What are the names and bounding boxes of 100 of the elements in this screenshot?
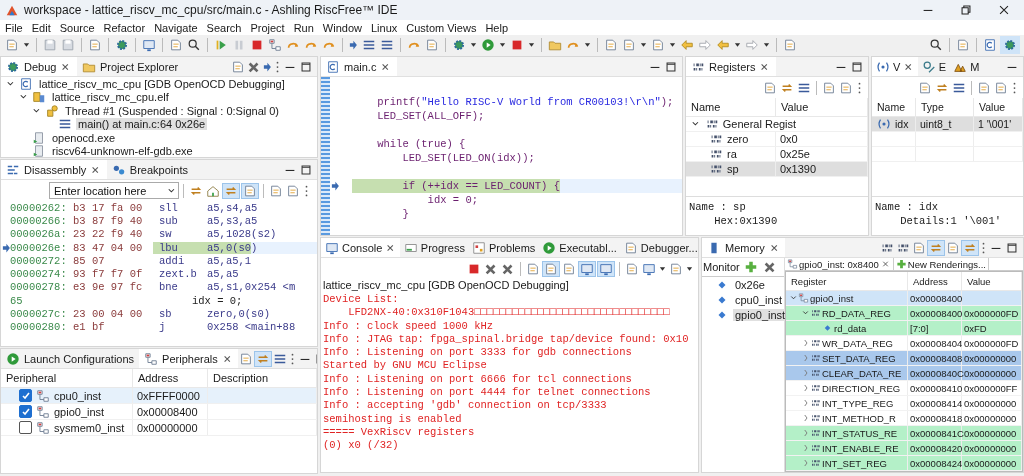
register-group[interactable]: General Regist bbox=[722, 118, 797, 130]
document-icon[interactable] bbox=[231, 59, 246, 74]
view-menu-icon[interactable] bbox=[274, 59, 281, 74]
maximize-icon[interactable] bbox=[850, 59, 864, 74]
tree-item[interactable]: openocd.exe bbox=[50, 131, 117, 144]
resume-icon[interactable] bbox=[214, 38, 228, 52]
column-header[interactable]: Value bbox=[962, 272, 1022, 290]
view-tab[interactable]: Memory bbox=[702, 238, 786, 257]
menu-item[interactable]: Search bbox=[206, 21, 242, 34]
document-icon[interactable] bbox=[763, 80, 777, 95]
location-field[interactable]: Enter location here bbox=[49, 182, 179, 199]
column-header[interactable]: Address bbox=[908, 272, 962, 290]
gear-icon[interactable] bbox=[451, 38, 466, 52]
view-menu-icon[interactable] bbox=[856, 80, 863, 95]
view-tab[interactable]: Peripherals bbox=[139, 349, 239, 368]
menu-item[interactable]: Help bbox=[485, 21, 508, 34]
checkbox[interactable] bbox=[19, 421, 32, 434]
document-icon[interactable] bbox=[424, 38, 439, 52]
search-icon[interactable] bbox=[929, 38, 943, 52]
checkbox[interactable] bbox=[19, 405, 32, 418]
menu-item[interactable]: Project bbox=[250, 21, 285, 34]
close-icon[interactable] bbox=[997, 3, 1011, 17]
monitor-item[interactable]: gpio0_inst bbox=[733, 308, 788, 321]
add-icon[interactable] bbox=[743, 260, 758, 274]
maximize-icon[interactable] bbox=[299, 59, 313, 74]
document-icon[interactable] bbox=[994, 80, 1008, 95]
column-header[interactable]: Register bbox=[786, 272, 908, 290]
menu-item[interactable]: Custom Views bbox=[406, 21, 477, 34]
document-icon[interactable] bbox=[625, 261, 639, 276]
menu-item[interactable]: Run bbox=[293, 21, 314, 34]
stack-frame-icon[interactable] bbox=[379, 38, 394, 52]
tree-item[interactable]: lattice_riscv_mc_cpu.elf bbox=[50, 91, 171, 104]
document-icon[interactable] bbox=[88, 38, 102, 52]
view-menu-icon[interactable] bbox=[1011, 80, 1018, 95]
home-icon[interactable] bbox=[206, 183, 220, 198]
view-tab[interactable]: Registers bbox=[686, 57, 776, 76]
column-header[interactable]: Name bbox=[686, 98, 776, 116]
monitor-item[interactable]: cpu0_inst bbox=[733, 293, 785, 306]
menu-item[interactable]: File bbox=[5, 21, 23, 34]
maximize-icon[interactable] bbox=[664, 59, 678, 74]
view-tab[interactable]: Console bbox=[321, 238, 400, 257]
view-menu-icon[interactable] bbox=[303, 183, 310, 198]
register-name: gpio0_inst bbox=[810, 292, 854, 304]
column-header[interactable]: Type bbox=[916, 98, 974, 116]
document-icon[interactable] bbox=[782, 38, 797, 52]
view-menu-icon[interactable] bbox=[980, 240, 987, 255]
view-tab[interactable]: Disassembly bbox=[1, 160, 107, 179]
column-header[interactable]: Name bbox=[872, 98, 916, 116]
document-icon[interactable] bbox=[956, 38, 970, 52]
stack-frame-icon[interactable] bbox=[361, 38, 376, 52]
console-icon[interactable] bbox=[142, 38, 156, 52]
document-icon[interactable] bbox=[286, 183, 300, 198]
editor-tab[interactable]: main.c bbox=[321, 57, 397, 76]
menu-item[interactable]: Window bbox=[322, 21, 362, 34]
view-tab[interactable]: Debug bbox=[1, 57, 77, 76]
document-icon[interactable] bbox=[839, 80, 853, 95]
monitor-item[interactable]: 0x26e bbox=[733, 278, 767, 291]
tree-item[interactable]: Thread #1 (Suspended : Signal : 0:Signal 0) bbox=[63, 104, 282, 117]
stop-icon[interactable] bbox=[250, 38, 264, 52]
tree-node-icon[interactable] bbox=[268, 38, 282, 52]
document-icon[interactable] bbox=[239, 351, 254, 366]
document-icon[interactable] bbox=[269, 183, 283, 198]
search-icon[interactable] bbox=[187, 38, 201, 52]
document-icon[interactable] bbox=[977, 80, 991, 95]
rendering-tab[interactable]: gpio0_inst: 0x8400 bbox=[785, 258, 894, 270]
column-header[interactable]: Peripheral bbox=[1, 369, 133, 387]
document-icon[interactable] bbox=[918, 80, 932, 95]
document-icon[interactable] bbox=[243, 183, 257, 198]
tree-item[interactable]: lattice_riscv_mc_cpu [GDB OpenOCD Debugging] bbox=[37, 77, 287, 90]
console-icon[interactable] bbox=[580, 261, 594, 276]
document-icon[interactable] bbox=[562, 261, 576, 276]
maximize-icon[interactable] bbox=[1005, 240, 1019, 255]
document-icon[interactable] bbox=[544, 261, 558, 276]
gear-icon[interactable] bbox=[1003, 38, 1017, 52]
column-header[interactable]: Value bbox=[974, 98, 1023, 116]
menu-item[interactable]: Edit bbox=[31, 21, 51, 34]
document-icon[interactable] bbox=[526, 261, 540, 276]
menu-item[interactable]: Navigate bbox=[154, 21, 198, 34]
c-file-icon[interactable] bbox=[983, 38, 997, 52]
column-header[interactable]: Description bbox=[208, 369, 317, 387]
document-icon[interactable] bbox=[603, 38, 618, 52]
restore-icon[interactable] bbox=[959, 3, 973, 17]
checkbox[interactable] bbox=[19, 389, 32, 402]
view-tab[interactable]: V bbox=[872, 57, 918, 76]
tree-item[interactable]: main() at main.c:64 0x26e bbox=[76, 118, 208, 131]
console-icon[interactable] bbox=[599, 261, 613, 276]
menu-item[interactable]: Refactor bbox=[103, 21, 146, 34]
maximize-icon[interactable] bbox=[299, 162, 313, 177]
peripheral-name: sysmem0_inst bbox=[54, 421, 125, 434]
menu-item[interactable]: Source bbox=[59, 21, 95, 34]
console-icon[interactable] bbox=[642, 261, 656, 276]
rendering-tab[interactable]: New Renderings... bbox=[893, 258, 989, 270]
tree-item[interactable]: riscv64-unknown-elf-gdb.exe bbox=[50, 145, 195, 157]
instruction-pointer-icon[interactable] bbox=[349, 38, 358, 52]
column-header[interactable]: Value bbox=[776, 98, 868, 116]
gear-icon[interactable] bbox=[115, 38, 129, 52]
document-icon[interactable] bbox=[822, 80, 836, 95]
column-header[interactable]: Address bbox=[133, 369, 208, 387]
document-icon[interactable] bbox=[946, 240, 960, 255]
menu-item[interactable]: Linux bbox=[371, 21, 398, 34]
